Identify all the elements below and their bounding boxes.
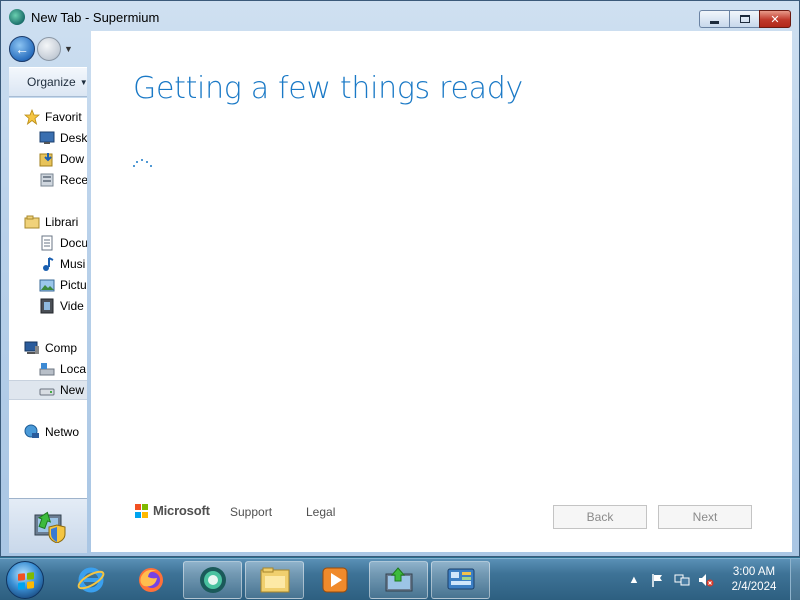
taskbar: ▲ 3:00 AM 2/4/2024 — [0, 558, 800, 600]
windows-logo-icon — [18, 572, 34, 590]
back-arrow-button[interactable]: ← — [9, 36, 35, 62]
clock-time: 3:00 AM — [732, 566, 776, 578]
pictures-icon — [39, 277, 55, 293]
sidebar-item-new-volume[interactable]: New — [9, 380, 87, 400]
spinner-dot — [150, 165, 152, 167]
spinner-dot — [146, 161, 148, 163]
control-panel-icon — [447, 568, 474, 590]
close-icon: ✕ — [770, 13, 780, 26]
taskbar-firefox[interactable] — [126, 561, 176, 599]
media-player-icon — [322, 567, 348, 593]
taskbar-internet-explorer[interactable] — [66, 561, 116, 599]
maximize-button[interactable] — [729, 10, 759, 28]
spinner-dot — [136, 161, 138, 163]
taskbar-file-explorer[interactable] — [245, 561, 304, 599]
sidebar-item-computer[interactable]: Comp — [24, 338, 87, 358]
page-title: Getting a few things ready — [133, 71, 523, 106]
back-button[interactable]: Back — [553, 505, 647, 529]
sidebar-item-downloads[interactable]: Dow — [39, 149, 87, 169]
system-tray: ▲ 3:00 AM 2/4/2024 — [626, 559, 800, 600]
sidebar-item-recent[interactable]: Rece — [39, 170, 87, 190]
show-hidden-icons-icon[interactable]: ▲ — [626, 572, 642, 588]
loading-spinner — [131, 157, 155, 173]
taskbar-control-panel[interactable] — [431, 561, 490, 599]
music-icon — [39, 256, 55, 272]
drive-icon — [39, 382, 55, 398]
explorer-sidebar: Favorit Desk Dow Rece Librari Docu Musi — [9, 98, 87, 498]
setup-shield-icon — [34, 511, 66, 543]
recent-places-icon — [39, 172, 55, 188]
chevron-down-icon: ▼ — [79, 77, 88, 87]
taskbar-media-player[interactable] — [307, 561, 363, 599]
sidebar-item-documents[interactable]: Docu — [39, 233, 87, 253]
start-button[interactable] — [6, 561, 44, 599]
network-status-icon[interactable] — [674, 572, 690, 588]
windows-setup-icon — [385, 567, 412, 592]
close-button[interactable]: ✕ — [759, 10, 791, 28]
microsoft-brand: Microsoft — [153, 503, 210, 518]
computer-icon — [24, 340, 40, 356]
microsoft-logo-icon — [135, 504, 149, 518]
spinner-dot — [133, 165, 135, 167]
sidebar-item-music[interactable]: Musi — [39, 254, 87, 274]
clock-date: 2/4/2024 — [731, 581, 777, 593]
organize-label: Organize — [27, 75, 76, 89]
action-center-flag-icon[interactable] — [650, 572, 666, 588]
organize-menu[interactable]: Organize ▼ — [9, 67, 88, 97]
explorer-nav-bar: ← ▼ — [9, 35, 89, 63]
maximize-icon — [739, 15, 750, 23]
browser-window: New Tab - Supermium ✕ ← ▼ Organize ▼ Fav… — [0, 0, 800, 557]
desktop-icon — [39, 130, 55, 146]
file-explorer-icon — [260, 567, 289, 593]
local-disk-icon — [39, 361, 55, 377]
sidebar-item-favorites[interactable]: Favorit — [24, 107, 87, 127]
network-icon — [24, 424, 40, 440]
back-arrow-icon: ← — [15, 41, 29, 57]
sidebar-item-videos[interactable]: Vide — [39, 296, 87, 316]
legal-link[interactable]: Legal — [306, 505, 335, 519]
taskbar-windows-setup[interactable] — [369, 561, 428, 599]
firefox-icon — [139, 568, 163, 592]
next-button[interactable]: Next — [658, 505, 752, 529]
taskbar-supermium[interactable] — [183, 561, 242, 599]
videos-icon — [39, 298, 55, 314]
libraries-icon — [24, 214, 40, 230]
spinner-dot — [141, 159, 143, 161]
setup-page: Getting a few things ready Microsoft Sup… — [91, 31, 792, 552]
supermium-app-icon — [9, 9, 25, 25]
minimize-button[interactable] — [699, 10, 729, 28]
window-controls: ✕ — [699, 10, 791, 28]
documents-icon — [39, 235, 55, 251]
internet-explorer-icon — [77, 567, 105, 593]
show-desktop-button[interactable] — [790, 559, 800, 600]
title-bar[interactable]: New Tab - Supermium — [1, 1, 799, 35]
sidebar-item-desktop[interactable]: Desk — [39, 128, 87, 148]
supermium-icon — [199, 567, 226, 593]
volume-muted-icon[interactable] — [698, 572, 714, 588]
sidebar-item-pictures[interactable]: Pictu — [39, 275, 87, 295]
window-title: New Tab - Supermium — [31, 9, 160, 25]
forward-arrow-button[interactable] — [37, 37, 61, 61]
star-icon — [24, 109, 40, 125]
sidebar-item-network[interactable]: Netwo — [24, 422, 87, 442]
setup-footer: Microsoft Support Legal Back Next — [91, 501, 792, 541]
explorer-details-pane — [9, 498, 87, 553]
sidebar-item-libraries[interactable]: Librari — [24, 212, 87, 232]
support-link[interactable]: Support — [230, 505, 272, 519]
sidebar-item-local-disk[interactable]: Loca — [39, 359, 87, 379]
downloads-icon — [39, 151, 55, 167]
minimize-icon — [710, 20, 719, 24]
taskbar-clock[interactable]: 3:00 AM 2/4/2024 — [722, 565, 786, 595]
chevron-down-icon[interactable]: ▼ — [64, 44, 73, 54]
